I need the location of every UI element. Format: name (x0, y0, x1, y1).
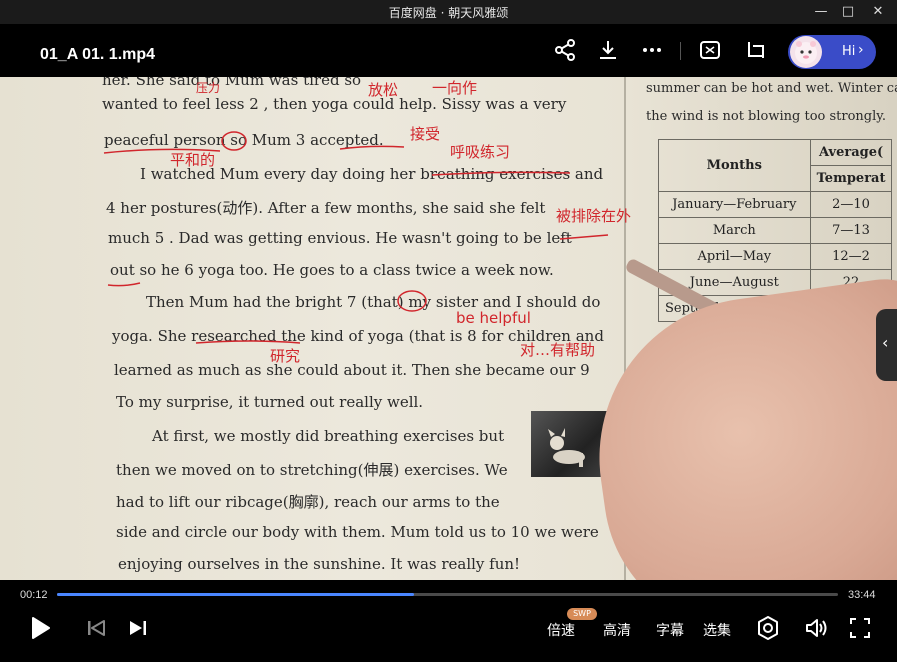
settings-icon[interactable] (754, 614, 782, 642)
table-header-average: Average( (809, 139, 893, 166)
worksheet-line: then we moved on to stretching(伸展) exerc… (116, 461, 508, 479)
episodes-button[interactable]: 选集 (703, 620, 731, 640)
table-cell: 2—10 (809, 191, 893, 218)
swp-badge: SWP (567, 608, 597, 620)
right-column-line: the wind is not blowing too strongly. (646, 109, 887, 124)
maximize-button[interactable]: □ (836, 2, 860, 22)
player-controls: 00:12 33:44 SWP 倍速 高清 字幕 选集 (0, 580, 897, 662)
current-time: 00:12 (20, 589, 48, 601)
worksheet-page: her. She said to Mum was tired so wanted… (0, 77, 897, 580)
chevron-left-icon: ‹ (882, 333, 889, 352)
chevron-right-icon: › (858, 42, 864, 58)
right-column-line: summer can be hot and wet. Winter can (646, 81, 897, 96)
player-header: 01_A 01. 1.mp4 Hi › (0, 24, 897, 77)
progress-fill (57, 593, 414, 596)
table-header-temperature: Temperat (809, 165, 893, 192)
table-header-months: Months (658, 139, 811, 192)
quality-button[interactable]: 高清 (603, 620, 631, 640)
header-divider (680, 42, 681, 60)
table-cell: March (658, 217, 811, 244)
app-title: 百度网盘 · 朝天风雅颂 (388, 6, 509, 20)
volume-icon[interactable] (802, 614, 830, 642)
window-titlebar: 百度网盘 · 朝天风雅颂 — □ ✕ (0, 0, 897, 24)
hi-label: Hi (842, 44, 856, 59)
side-panel-toggle[interactable]: ‹ (876, 309, 897, 381)
worksheet-line: side and circle our body with them. Mum … (116, 523, 599, 541)
pip-icon[interactable] (743, 38, 767, 62)
subtitle-button[interactable]: 字幕 (656, 620, 684, 640)
total-time: 33:44 (848, 589, 876, 601)
table-row: April—May 12—2 (658, 243, 893, 270)
worksheet-line: At first, we mostly did breathing exerci… (152, 427, 505, 445)
annotation-strokes (103, 131, 609, 344)
screen-capture-icon[interactable] (698, 38, 722, 62)
previous-icon[interactable] (82, 614, 110, 642)
progress-bar[interactable] (57, 593, 838, 596)
table-cell: April—May (658, 243, 811, 270)
table-row: March 7—13 (658, 217, 893, 244)
worksheet-line: enjoying ourselves in the sunshine. It w… (118, 555, 521, 573)
share-icon[interactable] (553, 38, 577, 62)
play-icon[interactable] (26, 614, 54, 642)
minimize-button[interactable]: — (809, 2, 833, 22)
hi-assistant-button[interactable]: Hi › (788, 35, 876, 69)
table-cell: 7—13 (809, 217, 893, 244)
fullscreen-icon[interactable] (846, 614, 874, 642)
table-row: January—February 2—10 (658, 191, 893, 218)
speed-button[interactable]: 倍速 (547, 620, 575, 640)
next-icon[interactable] (124, 614, 152, 642)
worksheet-line: had to lift our ribcage(胸廓), reach our a… (116, 493, 500, 511)
assistant-avatar-icon (790, 36, 822, 68)
table-cell: 12—2 (809, 243, 893, 270)
table-cell: January—February (658, 191, 811, 218)
download-icon[interactable] (596, 38, 620, 62)
video-frame[interactable]: her. She said to Mum was tired so wanted… (0, 77, 897, 580)
more-icon[interactable] (640, 38, 664, 62)
close-button[interactable]: ✕ (866, 2, 890, 22)
file-title: 01_A 01. 1.mp4 (40, 46, 156, 63)
